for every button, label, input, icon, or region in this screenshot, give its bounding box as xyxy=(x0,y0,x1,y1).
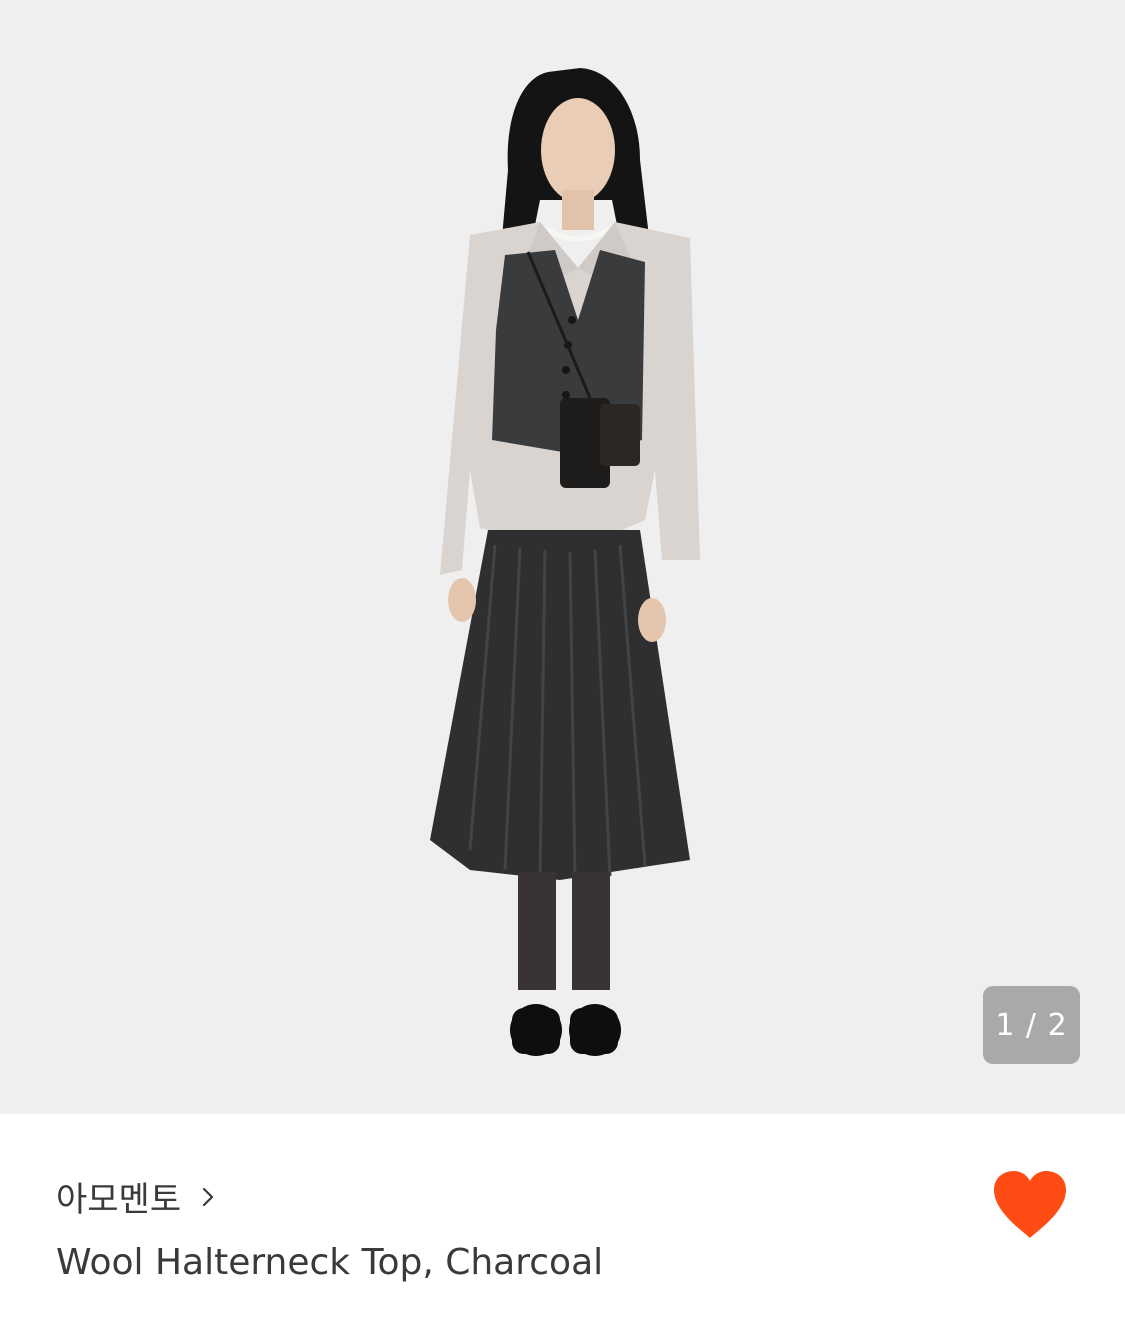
product-detail-page: 1 / 2 아모멘토 Wool Halterneck Top, Charcoal xyxy=(0,0,1125,1322)
product-image[interactable] xyxy=(0,0,1125,1114)
brand-link[interactable]: 아모멘토 xyxy=(56,1172,219,1221)
brand-name: 아모멘토 xyxy=(56,1180,182,1220)
heart-icon[interactable] xyxy=(990,1168,1070,1242)
product-info: 아모멘토 Wool Halterneck Top, Charcoal xyxy=(0,1114,1125,1322)
product-name: Wool Halterneck Top, Charcoal xyxy=(56,1242,604,1283)
image-counter: 1 / 2 xyxy=(983,986,1080,1064)
chevron-right-icon xyxy=(203,1187,214,1206)
image-gallery[interactable]: 1 / 2 xyxy=(0,0,1125,1114)
